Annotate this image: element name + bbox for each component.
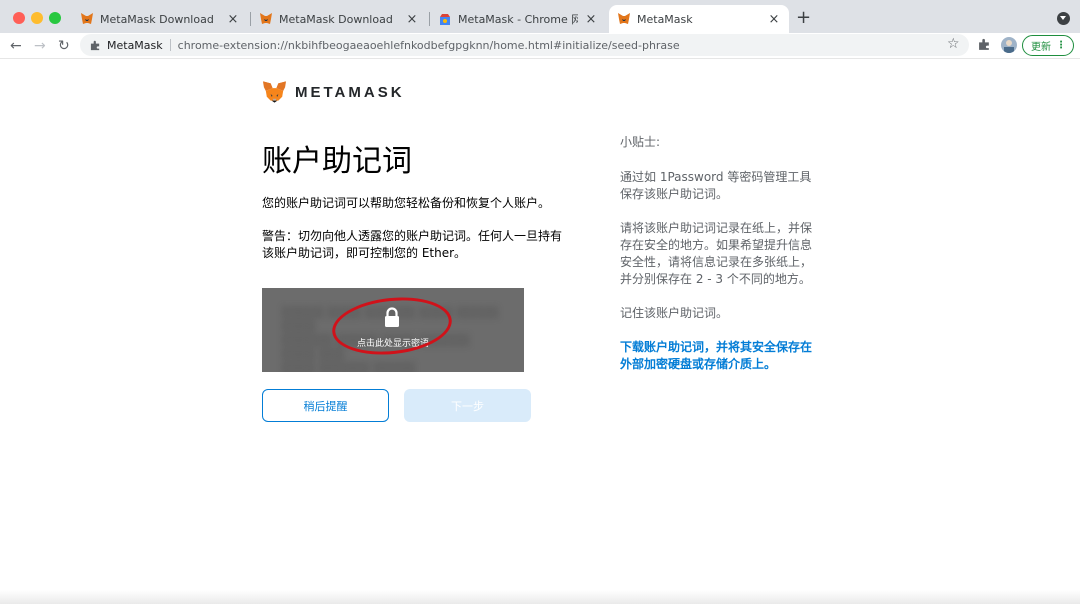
chrome-web-store-icon bbox=[440, 14, 450, 25]
window-bottom-edge bbox=[0, 590, 1080, 604]
metamask-fox-icon bbox=[81, 13, 93, 24]
site-name: MetaMask bbox=[107, 38, 163, 52]
back-button[interactable]: ← bbox=[10, 36, 22, 56]
extension-puzzle-icon bbox=[90, 40, 100, 50]
omnibox-divider bbox=[169, 39, 171, 51]
tab-title: MetaMask Download bbox=[100, 12, 214, 26]
avatar-image-icon bbox=[1004, 40, 1014, 53]
tab-title: MetaMask bbox=[637, 12, 693, 26]
zoom-window-button[interactable] bbox=[49, 12, 61, 24]
metamask-fox-icon bbox=[618, 13, 630, 24]
reload-button[interactable]: ↻ bbox=[58, 36, 70, 56]
close-icon[interactable]: × bbox=[767, 12, 781, 27]
tab-search-icon[interactable] bbox=[1057, 12, 1070, 25]
tab-metamask-download-2[interactable]: MetaMask Download × bbox=[251, 5, 427, 33]
tab-title: MetaMask - Chrome 网上应用店 bbox=[458, 13, 578, 26]
tab-chrome-web-store[interactable]: MetaMask - Chrome 网上应用店 × bbox=[430, 5, 606, 33]
update-label: 更新 bbox=[1031, 42, 1051, 53]
tip-paper-backup: 请将该账户助记词记录在纸上，并保存在安全的地方。如果希望提升信息安全性，请将信息… bbox=[620, 221, 813, 286]
close-window-button[interactable] bbox=[13, 12, 25, 24]
tips-title: 小贴士: bbox=[620, 135, 661, 149]
new-tab-button[interactable]: + bbox=[796, 9, 811, 27]
page-title: 账户助记词 bbox=[262, 144, 412, 179]
metamask-logo: METAMASK bbox=[262, 80, 405, 104]
download-seed-phrase-link[interactable]: 下载账户助记词，并将其安全保存在外部加密硬盘或存储介质上。 bbox=[620, 339, 820, 373]
tip-memorize: 记住该账户助记词。 bbox=[620, 306, 729, 320]
address-bar[interactable]: MetaMask chrome-extension://nkbihfbeogae… bbox=[80, 34, 969, 56]
next-button[interactable]: 下一步 bbox=[404, 389, 531, 422]
tip-password-manager: 通过如 1Password 等密码管理工具保存该账户助记词。 bbox=[620, 170, 812, 201]
menu-dots-icon: ⋮ bbox=[1056, 40, 1066, 51]
bookmark-star-icon[interactable]: ☆ bbox=[947, 36, 960, 52]
minimize-window-button[interactable] bbox=[31, 12, 43, 24]
reveal-seed-phrase-area[interactable]: ░░░░░ ░░░░ ░░░░░░ ░░░░ ░░░░░ ░░░░ ░░░░░░ … bbox=[262, 288, 524, 372]
security-warning: 警告：切勿向他人透露您的账户助记词。任何人一旦持有该账户助记词，即可控制您的 E… bbox=[262, 229, 563, 260]
close-icon[interactable]: × bbox=[405, 12, 419, 27]
browser-window: MetaMask Download × MetaMask Download × … bbox=[0, 0, 1080, 604]
tips-panel: 小贴士: 通过如 1Password 等密码管理工具保存该账户助记词。 请将该账… bbox=[620, 134, 820, 390]
url-text[interactable]: chrome-extension://nkbihfbeogaeaoehlefnk… bbox=[178, 39, 680, 52]
profile-avatar[interactable] bbox=[1001, 37, 1017, 53]
tab-title: MetaMask Download bbox=[279, 12, 393, 26]
close-icon[interactable]: × bbox=[226, 12, 240, 27]
tab-metamask-active[interactable]: MetaMask × bbox=[609, 5, 789, 33]
metamask-fox-icon bbox=[262, 81, 287, 103]
browser-toolbar: ← → ↻ MetaMask chrome-extension://nkbihf… bbox=[0, 33, 1080, 59]
close-icon[interactable]: × bbox=[584, 12, 598, 27]
extensions-puzzle-icon[interactable] bbox=[978, 38, 991, 51]
page-content: METAMASK 账户助记词 您的账户助记词可以帮助您轻松备份和恢复个人账户。 … bbox=[0, 60, 1080, 604]
forward-button[interactable]: → bbox=[34, 36, 46, 56]
remind-later-button[interactable]: 稍后提醒 bbox=[262, 389, 389, 422]
tab-strip: MetaMask Download × MetaMask Download × … bbox=[0, 0, 1080, 33]
tab-metamask-download-1[interactable]: MetaMask Download × bbox=[72, 5, 248, 33]
page-description: 您的账户助记词可以帮助您轻松备份和恢复个人账户。 bbox=[262, 196, 551, 210]
update-chrome-button[interactable]: 更新 ⋮ bbox=[1022, 35, 1074, 56]
logo-wordmark: METAMASK bbox=[295, 83, 405, 101]
metamask-fox-icon bbox=[260, 13, 272, 24]
